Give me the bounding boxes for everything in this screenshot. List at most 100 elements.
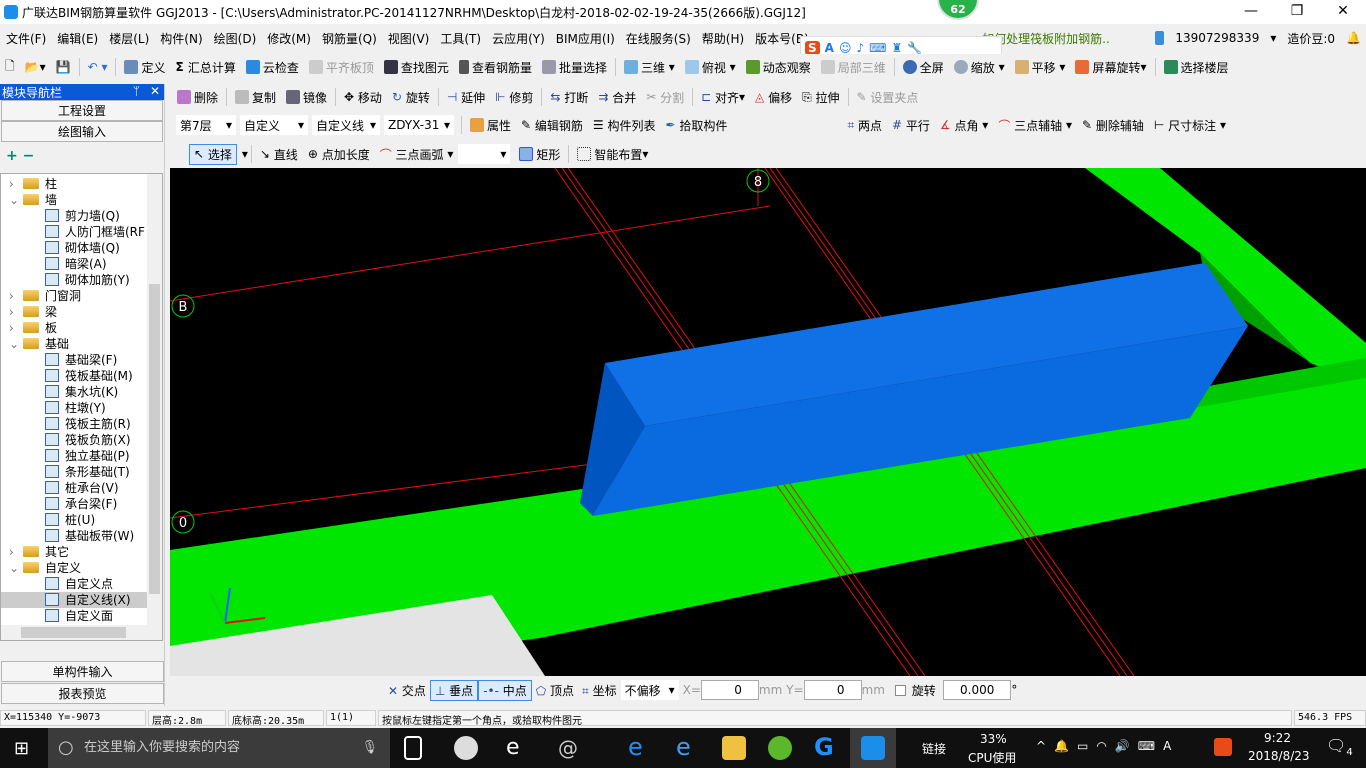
sogou-tray-icon[interactable] <box>1214 738 1232 756</box>
menu-modify[interactable]: 修改(M) <box>267 30 311 47</box>
menu-help[interactable]: 帮助(H) <box>702 30 744 47</box>
collapse-all-icon[interactable]: − <box>23 148 35 164</box>
top-view-button[interactable]: 俯视 ▾ <box>684 59 736 76</box>
tree-item[interactable]: 暗梁(A) <box>1 256 147 272</box>
fullscreen-button[interactable]: 全屏 <box>902 59 944 76</box>
bell-icon[interactable]: 🔔 <box>1346 31 1361 45</box>
restore-button[interactable]: ❐ <box>1274 0 1320 24</box>
offset-mode-select[interactable]: 不偏移 ▾ <box>620 680 679 700</box>
properties-button[interactable]: 属性 <box>470 117 511 134</box>
screen-rotate-button[interactable]: 屏幕旋转 ▾ <box>1075 59 1147 76</box>
app-fan-icon[interactable] <box>454 736 478 760</box>
undo-button[interactable]: ↶ ▾ <box>88 60 108 74</box>
tree-item[interactable]: 桩(U) <box>1 512 147 528</box>
merge-button[interactable]: ⇉ 合并 <box>598 89 636 106</box>
y-coordinate-input[interactable]: 0 <box>803 680 862 700</box>
single-component-input-button[interactable]: 单构件输入 <box>1 661 164 682</box>
3d-view-button[interactable]: 三维 ▾ <box>623 59 675 76</box>
tree-item[interactable]: › 其它 <box>1 544 147 560</box>
move-button[interactable]: ✥ 移动 <box>344 89 382 106</box>
two-point-axis-button[interactable]: ⌗ 两点 <box>847 117 882 134</box>
3d-viewport[interactable]: 8 B 0 <box>170 168 1366 676</box>
rotate-button[interactable]: ↻ 旋转 <box>392 89 430 106</box>
batch-select-button[interactable]: 批量选择 <box>541 59 607 76</box>
tray-icons[interactable]: ^🔔▭◠🔊⌨A <box>1036 739 1179 753</box>
mirror-button[interactable]: 镜像 <box>286 89 327 106</box>
three-point-axis-button[interactable]: ⌒ 三点辅轴 ▾ <box>998 117 1072 134</box>
tree-item[interactable]: 集水坑(K) <box>1 384 147 400</box>
pin-icon[interactable]: ᛘ <box>133 84 140 98</box>
tree-item[interactable]: 剪力墙(Q) <box>1 208 147 224</box>
smart-layout-button[interactable]: 智能布置 ▾ <box>577 146 648 163</box>
close-button[interactable]: ✕ <box>1320 0 1366 24</box>
delete-button[interactable]: 删除 <box>177 89 218 106</box>
orbit-button[interactable]: 动态观察 <box>745 59 811 76</box>
delete-axis-button[interactable]: ✎ 删除辅轴 <box>1082 117 1144 134</box>
menu-floor[interactable]: 楼层(L) <box>109 30 149 47</box>
active-app-slot[interactable] <box>850 728 896 768</box>
tree-item[interactable]: 筏板基础(M) <box>1 368 147 384</box>
tree-item[interactable]: 自定义线(X) <box>1 592 147 608</box>
tree-item[interactable]: 自定义面 <box>1 608 147 624</box>
trim-button[interactable]: ⊩ 修剪 <box>495 89 533 106</box>
line-tool-button[interactable]: ↘ 直线 <box>260 146 298 163</box>
drawing-input-button[interactable]: 绘图输入 <box>1 121 163 142</box>
set-grip-button[interactable]: ✎ 设置夹点 <box>857 89 919 106</box>
tree-item[interactable]: 筏板主筋(R) <box>1 416 147 432</box>
snap-midpoint[interactable]: -•- 中点 <box>478 679 532 701</box>
local-3d-button[interactable]: 局部三维 <box>820 59 886 76</box>
define-button[interactable]: 定义 <box>124 59 166 76</box>
project-settings-button[interactable]: 工程设置 <box>1 100 163 121</box>
three-point-arc-button[interactable]: ⌒ 三点画弧 ▾ <box>380 146 454 163</box>
file-explorer-icon[interactable] <box>722 736 746 760</box>
sogou-icon[interactable]: S <box>805 41 820 55</box>
edge-icon[interactable]: e <box>628 735 652 760</box>
tree-item[interactable]: › 板 <box>1 320 147 336</box>
offset-button[interactable]: ◬ 偏移 <box>755 89 792 106</box>
menu-tools[interactable]: 工具(T) <box>440 30 481 47</box>
ie-grey-icon[interactable]: e <box>506 736 530 760</box>
save-button[interactable]: 💾 <box>56 60 71 74</box>
point-angle-axis-button[interactable]: ∡ 点角 ▾ <box>940 117 988 134</box>
tree-item[interactable]: › 梁 <box>1 304 147 320</box>
tree-item[interactable]: 砌体墙(Q) <box>1 240 147 256</box>
tree-item[interactable]: › 柱 <box>1 176 147 192</box>
tree-item[interactable]: ⌄ 墙 <box>1 192 147 208</box>
wrench-icon[interactable]: 🔧 <box>907 41 922 55</box>
snap-vertex[interactable]: ⬠ 顶点 <box>536 682 574 699</box>
tree-item[interactable]: › 门窗洞 <box>1 288 147 304</box>
select-tool-button[interactable]: ↖ 选择 <box>189 143 237 165</box>
menu-component[interactable]: 构件(N) <box>160 30 202 47</box>
tree-item[interactable]: 承台梁(F) <box>1 496 147 512</box>
view-rebar-button[interactable]: 查看钢筋量 <box>458 59 532 76</box>
stretch-button[interactable]: ⎘ 拉伸 <box>802 89 839 106</box>
copy-button[interactable]: 复制 <box>235 89 276 106</box>
dimension-button[interactable]: ⊢ 尺寸标注 ▾ <box>1154 117 1226 134</box>
menu-bim[interactable]: BIM应用(I) <box>556 30 615 47</box>
rectangle-tool-button[interactable]: 矩形 <box>519 146 560 163</box>
browser-green-icon[interactable] <box>768 736 792 760</box>
point-length-tool-button[interactable]: ⊕ 点加长度 <box>308 146 370 163</box>
taskbar-search[interactable]: ○ 在这里输入你要搜索的内容 🎙 <box>48 728 390 768</box>
clock-time[interactable]: 9:22 <box>1264 731 1291 745</box>
menu-draw[interactable]: 绘图(D) <box>214 30 257 47</box>
user-account[interactable]: 13907298339 <box>1175 31 1259 45</box>
tree-item[interactable]: 基础梁(F) <box>1 352 147 368</box>
menu-cloud[interactable]: 云应用(Y) <box>492 30 545 47</box>
align-button[interactable]: ⊏ 对齐 ▾ <box>701 89 745 106</box>
component-name-select[interactable]: ZDYX-31 ▾ <box>384 115 454 135</box>
snap-intersection[interactable]: ✕ 交点 <box>388 682 426 699</box>
tree-item[interactable]: 独立基础(P) <box>1 448 147 464</box>
task-view-icon[interactable] <box>404 736 422 760</box>
new-file-button[interactable]: 🗋 <box>5 57 15 78</box>
cloud-check-button[interactable]: 云检查 <box>245 59 299 76</box>
tree-item[interactable]: ⌄ 基础 <box>1 336 147 352</box>
tree-item[interactable]: ⌄ 自定义 <box>1 560 147 576</box>
pick-component-button[interactable]: ✒ 拾取构件 <box>666 117 728 134</box>
tree-item[interactable]: 柱墩(Y) <box>1 400 147 416</box>
glodon-g-icon[interactable]: G <box>814 735 838 760</box>
app-spiral-icon[interactable]: @ <box>558 736 582 760</box>
font-icon[interactable]: A <box>825 41 834 55</box>
tree-item[interactable]: 自定义点 <box>1 576 147 592</box>
floor-select[interactable]: 第7层 ▾ <box>176 115 236 135</box>
